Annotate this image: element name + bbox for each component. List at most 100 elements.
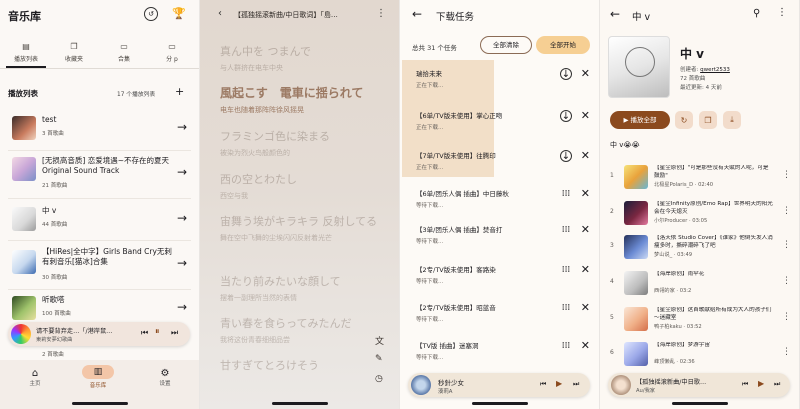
history-icon[interactable]: ↺ [144, 7, 158, 21]
pause-icon[interactable]: ⏸ [155, 327, 160, 337]
previous-icon[interactable]: ⏮ [540, 380, 546, 389]
mini-player[interactable]: 请不要背弃走…「/港岸鼠… 東莉安夢幻歌曲 ⏮ ⏸ ⏭ [8, 322, 190, 346]
lyric-line[interactable]: 甘すぎてとろけそう [220, 358, 395, 373]
nav-library[interactable]: ▥ 音乐库 [80, 365, 116, 389]
divider [8, 240, 191, 241]
more-icon[interactable]: ⋮ [376, 8, 386, 19]
start-all-button[interactable]: 全部开始 [536, 36, 590, 54]
waiting-icon[interactable]: ⁞⁞⁞ [560, 188, 572, 200]
play-icon[interactable]: ▶ [556, 379, 562, 388]
waiting-icon[interactable]: ⁞⁞⁞ [560, 224, 572, 236]
playlist-row[interactable]: [无损高音质] 恋爱境遇~不存在的夏天 Original Sound Track… [8, 153, 191, 193]
tab-playlists[interactable]: ▤ 播放列表 [4, 42, 48, 63]
download-task[interactable]: 【7单/TV版未使用】往腾印 正在下载... ↓ ✕ [406, 140, 594, 182]
more-icon[interactable]: ⋮ [782, 276, 791, 286]
previous-icon[interactable]: ⏮ [742, 380, 748, 389]
more-icon[interactable]: ⋮ [782, 170, 791, 180]
lyric-line[interactable]: 真ん中を つまんで 与人群挤在电车中央 [220, 44, 395, 73]
mini-player[interactable]: 秒針少女 湊莉A ⏮ ▶ ⏭ [408, 373, 590, 397]
next-icon[interactable]: ⏭ [171, 328, 178, 338]
back-arrow-icon[interactable]: ← [610, 7, 620, 21]
arrow-right-icon[interactable]: → [177, 256, 187, 270]
play-all-button[interactable]: ▶ 播放全部 [610, 111, 670, 129]
song-row[interactable]: 1 【星尘原创】"可是那些没有天赋的人呢，可是鼓励" 北极星Polaris_D ·… [604, 162, 795, 192]
download-task[interactable]: 【6单/TV版未使用】掌心正吻 正在下载... ↓ ✕ [406, 100, 594, 142]
close-icon[interactable]: ✕ [581, 339, 590, 352]
arrow-right-icon[interactable]: → [177, 120, 187, 134]
now-playing-artist: 湊莉A [438, 389, 453, 395]
trophy-icon[interactable]: 🏆 [172, 7, 186, 20]
download-task[interactable]: 【2专/TV版未使用】昭蓝音 等待下载... ⁞⁞⁞ ✕ [406, 292, 594, 334]
playlist-count: 3 首歌曲 [42, 131, 64, 137]
tab-favorites[interactable]: ❐ 收藏夹 [52, 42, 96, 63]
lyric-line[interactable]: フラミンゴ色に染まる 被染为烈火鸟般颜色的 [220, 129, 395, 158]
arrow-right-icon[interactable]: → [177, 300, 187, 314]
close-icon[interactable]: ✕ [581, 149, 590, 162]
close-icon[interactable]: ✕ [581, 109, 590, 122]
back-arrow-icon[interactable]: ← [412, 7, 422, 21]
arrow-right-icon[interactable]: → [177, 211, 187, 225]
nav-label: 主页 [29, 381, 41, 387]
song-row[interactable]: 2 【星尘Infinity原创/Emo Rap】世界明天的阳光会在今天熄灭 小尔P… [604, 198, 795, 228]
waiting-icon[interactable]: ⁞⁞⁞ [560, 264, 572, 276]
more-icon[interactable]: ⋮ [782, 206, 791, 216]
waiting-icon[interactable]: ⁞⁞⁞ [560, 302, 572, 314]
download-icon[interactable]: ↓ [560, 110, 572, 122]
lyric-line[interactable]: 青い春を食らってみたんだ 我将这份青春细细品尝 [220, 316, 395, 345]
edit-icon[interactable]: ✎ [375, 354, 383, 364]
song-row[interactable]: 3 【洛天依 Studio Cover】《谁家》他倒头发人消瘦多时，撕碎潮碎飞了… [604, 232, 795, 262]
download-icon[interactable]: ⤓ [723, 111, 741, 129]
timer-icon[interactable]: ◷ [375, 374, 383, 384]
lyric-line-active[interactable]: 風起こす 電車に揺られて 电车也随着那阵阵徐风摇晃 [220, 86, 395, 115]
mini-player[interactable]: 【孤独摇滚新曲/中日歌… Au/我家 ⏮ ▶ ⏭ [608, 373, 790, 397]
last-updated: 最近更新: 4 天前 [680, 85, 722, 91]
lyric-line[interactable]: 西の空とわたし 西空与我 [220, 172, 395, 201]
more-icon[interactable]: ⋮ [782, 347, 791, 357]
download-task[interactable]: 【3单/团乐人偶 插曲】焚音打 等待下载... ⁞⁞⁞ ✕ [406, 214, 594, 256]
creator-link[interactable]: qwert2533 [700, 67, 730, 73]
arrow-right-icon[interactable]: → [177, 165, 187, 179]
song-row[interactable]: 4 【海岸原创】雨伞花 西翎的家 · 03:2 ⋮ [604, 268, 795, 298]
next-icon[interactable]: ⏭ [774, 380, 780, 389]
download-task[interactable]: 瑞拾未来 正在下载... ↓ ✕ [406, 58, 594, 100]
copy-icon[interactable]: ❐ [699, 111, 717, 129]
page-title: 中 v [632, 12, 651, 23]
download-task[interactable]: 【2专/TV版未使用】客路染 等待下载... ⁞⁞⁞ ✕ [406, 254, 594, 296]
playlist-description: 中 v😭😭 [610, 141, 640, 149]
back-icon[interactable]: ‹ [218, 8, 222, 19]
playlist-row[interactable]: test 3 首歌曲 → [8, 112, 191, 150]
tab-collections[interactable]: ▭ 合集 [102, 42, 146, 63]
playlist-row[interactable]: 中 v 44 首歌曲 → [8, 203, 191, 241]
play-icon[interactable]: ▶ [758, 379, 764, 388]
more-icon[interactable]: ⋮ [782, 240, 791, 250]
add-playlist-icon[interactable]: + [175, 85, 184, 98]
close-icon[interactable]: ✕ [581, 187, 590, 200]
nav-home[interactable]: ⌂ 主页 [22, 368, 48, 387]
translate-icon[interactable]: 文 [375, 334, 384, 347]
more-icon[interactable]: ⋮ [777, 7, 787, 18]
next-icon[interactable]: ⏭ [573, 380, 579, 389]
download-icon[interactable]: ↓ [560, 150, 572, 162]
album-art [611, 375, 631, 395]
clear-all-button[interactable]: 全部清除 [480, 36, 532, 54]
more-icon[interactable]: ⋮ [782, 312, 791, 322]
close-icon[interactable]: ✕ [581, 223, 590, 236]
download-task[interactable]: 【TV版 插曲】迷塞洞 等待下载... ⁞⁞⁞ ✕ [406, 330, 594, 372]
sync-icon[interactable]: ↻ [675, 111, 693, 129]
song-row[interactable]: 5 【星尘原创】这首歌献给所有成为大人的孩子们～迷藏室 鸭子柏kaku · 03:… [604, 304, 795, 334]
previous-icon[interactable]: ⏮ [141, 328, 148, 338]
nav-settings[interactable]: ⚙ 设置 [152, 368, 178, 387]
lyric-line[interactable]: 宙舞う埃がキラキラ 反射してる 舞在空中飞舞的尘埃闪闪反射着光芒 [220, 214, 395, 243]
download-icon[interactable]: ↓ [560, 68, 572, 80]
playlist-row[interactable]: 【HiRes|全中字】Girls Band Cry无刺有刺音乐[猫冰]合集 30… [8, 244, 191, 286]
song-row[interactable]: 6 【海岸原创】梦游宇宙 峰顶懒乱 · 02:36 ⋮ [604, 339, 795, 369]
close-icon[interactable]: ✕ [581, 67, 590, 80]
playlist-cover [12, 207, 36, 231]
search-icon[interactable]: ⚲ [753, 8, 760, 19]
waiting-icon[interactable]: ⁞⁞⁞ [560, 340, 572, 352]
lyric-line[interactable]: 当たり前みたいな顔して 摆着一副理所当然的表情 [220, 274, 395, 303]
tab-parts[interactable]: ▭ 分 p [150, 42, 194, 63]
close-icon[interactable]: ✕ [581, 301, 590, 314]
close-icon[interactable]: ✕ [581, 263, 590, 276]
collection-icon: ▭ [120, 42, 128, 51]
